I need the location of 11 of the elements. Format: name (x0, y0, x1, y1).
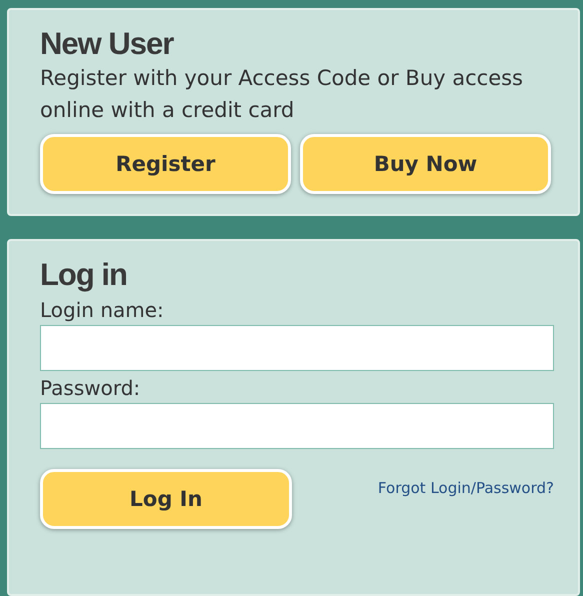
input-field[interactable] (40, 403, 554, 449)
login-button[interactable]: Log In (40, 469, 292, 529)
panel-title: New User (40, 26, 175, 62)
field-label: Password: (40, 375, 142, 402)
action-button[interactable]: Register (40, 134, 291, 194)
field-label: Login name: (40, 297, 165, 324)
forgot-link[interactable]: Forgot Login/Password? (378, 479, 554, 497)
input-field[interactable] (40, 325, 554, 371)
panel-title: Log in (40, 257, 128, 293)
action-button[interactable]: Buy Now (300, 134, 551, 194)
description-text: Register with your Access Code or Buy access online with a credit card (40, 65, 524, 124)
